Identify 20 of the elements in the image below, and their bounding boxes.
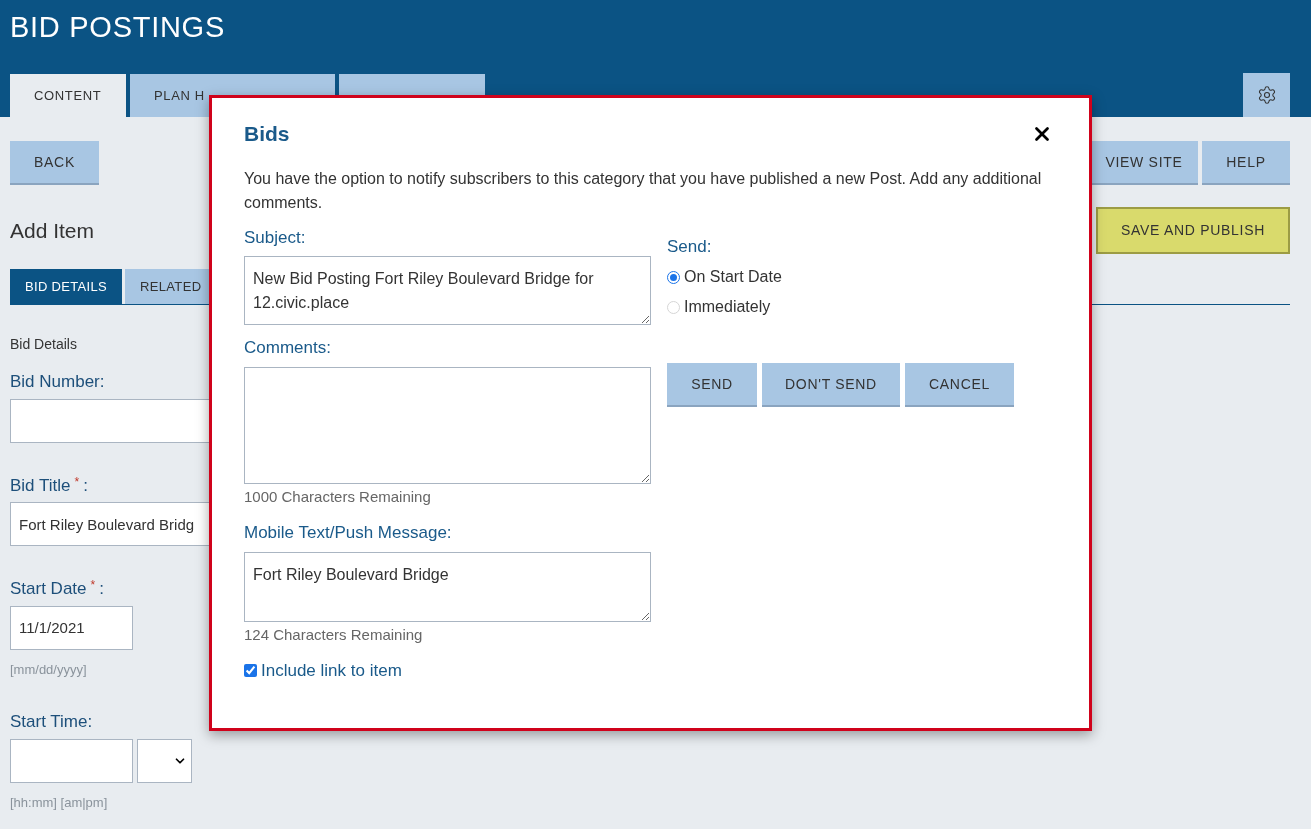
field-label: Comments:	[244, 337, 332, 359]
character-counter: 1000 Characters Remaining	[244, 486, 432, 507]
checkbox-label: Include link to item	[261, 660, 402, 682]
field-label: Bid Title * :	[10, 473, 88, 497]
field-label: Start Time:	[10, 711, 93, 733]
dialog-title: Bids	[244, 121, 290, 147]
dialog-intro: You have the option to notify subscribers to this category that you have published a new Post. Add any additional comments.	[244, 168, 1043, 213]
field-label: Bid Number:	[10, 371, 105, 393]
page-heading: BID POSTINGS	[9, 10, 226, 45]
radio-label: Immediately	[684, 297, 771, 317]
format-hint: [mm/dd/yyyy]	[10, 660, 87, 679]
page-title: Add Item	[10, 217, 95, 244]
field-label: Mobile Text/Push Message:	[244, 522, 453, 544]
character-counter: 124 Characters Remaining	[244, 624, 424, 645]
radio-label: On Start Date	[684, 267, 782, 287]
field-label: Send:	[667, 235, 713, 258]
format-hint: [hh:mm] [am|pm]	[10, 793, 108, 812]
field-label: Start Date * :	[10, 577, 104, 600]
field-label: Subject:	[244, 226, 307, 249]
section-title: Bid Details	[10, 335, 77, 354]
